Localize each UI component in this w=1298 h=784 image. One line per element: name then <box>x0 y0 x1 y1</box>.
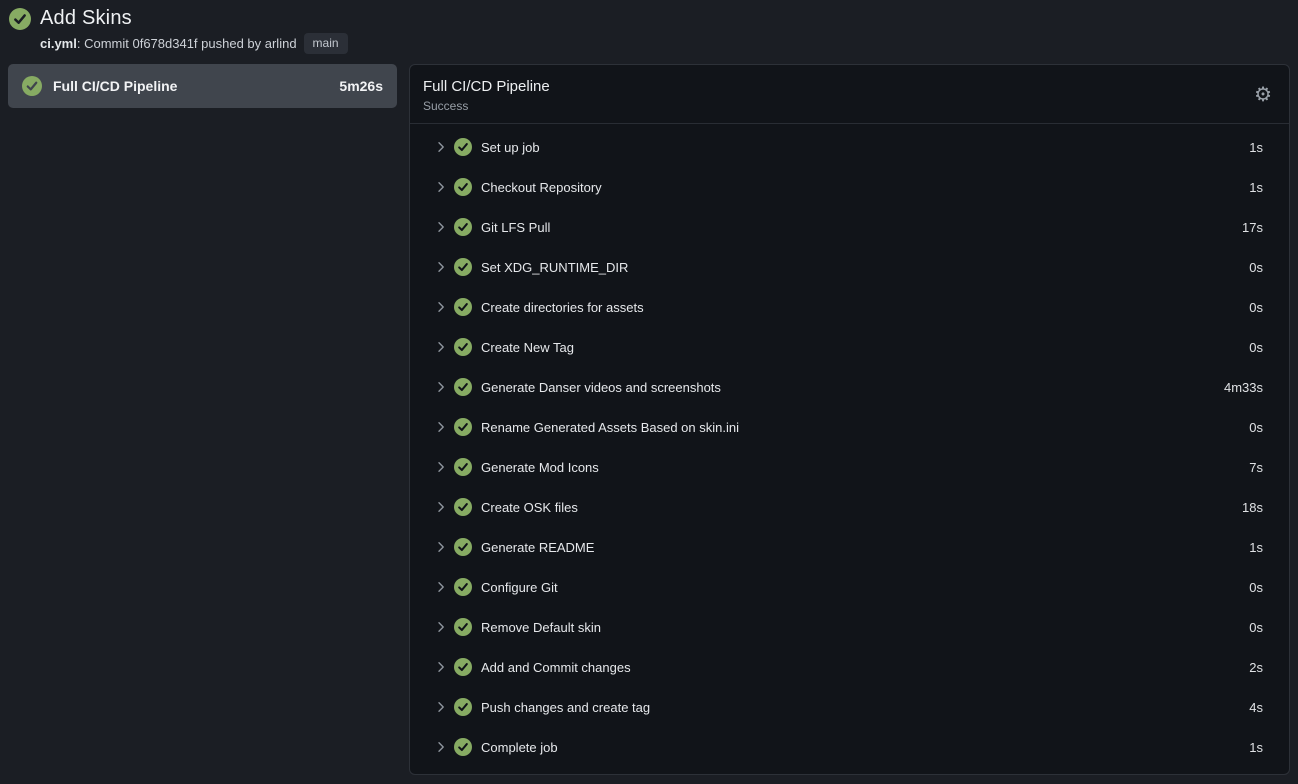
check-circle-icon <box>454 618 472 636</box>
step-label: Checkout Repository <box>481 180 602 195</box>
step-duration: 18s <box>1242 500 1263 515</box>
step-duration: 1s <box>1249 740 1263 755</box>
step-row[interactable]: Create New Tag 0s <box>410 327 1289 367</box>
step-duration: 4m33s <box>1224 380 1263 395</box>
chevron-right-icon[interactable] <box>433 739 449 755</box>
check-circle-icon <box>454 378 472 396</box>
step-duration: 0s <box>1249 260 1263 275</box>
job-name: Full CI/CD Pipeline <box>53 78 177 94</box>
chevron-right-icon[interactable] <box>433 579 449 595</box>
check-circle-icon <box>454 498 472 516</box>
step-label: Complete job <box>481 740 558 755</box>
chevron-right-icon[interactable] <box>433 259 449 275</box>
sidebar-job-item[interactable]: Full CI/CD Pipeline 5m26s <box>8 64 397 108</box>
check-circle-icon <box>454 218 472 236</box>
step-duration: 2s <box>1249 660 1263 675</box>
chevron-right-icon[interactable] <box>433 619 449 635</box>
chevron-right-icon[interactable] <box>433 379 449 395</box>
job-detail-title: Full CI/CD Pipeline <box>423 78 1273 95</box>
step-duration: 1s <box>1249 540 1263 555</box>
chevron-right-icon[interactable] <box>433 139 449 155</box>
run-header: Add Skins ci.yml: Commit 0f678d341f push… <box>0 0 1298 64</box>
run-title: Add Skins <box>40 7 132 30</box>
step-label: Git LFS Pull <box>481 220 550 235</box>
step-label: Generate Mod Icons <box>481 460 599 475</box>
step-row[interactable]: Git LFS Pull 17s <box>410 207 1289 247</box>
check-circle-icon <box>454 658 472 676</box>
check-circle-icon <box>454 298 472 316</box>
step-label: Configure Git <box>481 580 558 595</box>
step-duration: 7s <box>1249 460 1263 475</box>
step-row[interactable]: Generate Mod Icons 7s <box>410 447 1289 487</box>
check-circle-icon <box>454 138 472 156</box>
check-circle-icon <box>454 258 472 276</box>
step-duration: 17s <box>1242 220 1263 235</box>
step-label: Set XDG_RUNTIME_DIR <box>481 260 628 275</box>
step-row[interactable]: Set up job 1s <box>410 127 1289 167</box>
job-detail-header: Full CI/CD Pipeline Success ⚙ <box>410 65 1289 124</box>
chevron-right-icon[interactable] <box>433 179 449 195</box>
gear-icon[interactable]: ⚙ <box>1254 84 1272 104</box>
steps-list: Set up job 1s Checkout Repository 1s <box>410 124 1289 767</box>
chevron-right-icon[interactable] <box>433 299 449 315</box>
chevron-right-icon[interactable] <box>433 699 449 715</box>
step-duration: 0s <box>1249 580 1263 595</box>
step-row[interactable]: Configure Git 0s <box>410 567 1289 607</box>
check-circle-icon <box>454 418 472 436</box>
jobs-sidebar: Full CI/CD Pipeline 5m26s <box>8 64 397 108</box>
step-label: Add and Commit changes <box>481 660 631 675</box>
step-label: Create directories for assets <box>481 300 644 315</box>
step-duration: 1s <box>1249 180 1263 195</box>
commit-text: : Commit 0f678d341f pushed by arlind <box>77 36 297 51</box>
check-circle-icon <box>454 338 472 356</box>
chevron-right-icon[interactable] <box>433 659 449 675</box>
step-label: Remove Default skin <box>481 620 601 635</box>
step-duration: 0s <box>1249 420 1263 435</box>
check-circle-icon <box>454 538 472 556</box>
step-label: Set up job <box>481 140 540 155</box>
step-label: Generate README <box>481 540 594 555</box>
step-label: Push changes and create tag <box>481 700 650 715</box>
step-row[interactable]: Set XDG_RUNTIME_DIR 0s <box>410 247 1289 287</box>
check-circle-icon <box>454 738 472 756</box>
step-row[interactable]: Create OSK files 18s <box>410 487 1289 527</box>
chevron-right-icon[interactable] <box>433 459 449 475</box>
step-label: Rename Generated Assets Based on skin.in… <box>481 420 739 435</box>
chevron-right-icon[interactable] <box>433 339 449 355</box>
job-duration: 5m26s <box>339 78 383 94</box>
check-circle-icon <box>454 698 472 716</box>
step-row[interactable]: Push changes and create tag 4s <box>410 687 1289 727</box>
run-subtitle: ci.yml: Commit 0f678d341f pushed by arli… <box>40 33 1288 54</box>
step-row[interactable]: Generate Danser videos and screenshots 4… <box>410 367 1289 407</box>
check-circle-icon <box>22 76 42 96</box>
step-row[interactable]: Generate README 1s <box>410 527 1289 567</box>
step-duration: 1s <box>1249 140 1263 155</box>
step-row[interactable]: Complete job 1s <box>410 727 1289 767</box>
workflow-file-name: ci.yml <box>40 36 77 51</box>
step-duration: 4s <box>1249 700 1263 715</box>
chevron-right-icon[interactable] <box>433 499 449 515</box>
step-duration: 0s <box>1249 300 1263 315</box>
branch-badge[interactable]: main <box>304 33 348 54</box>
step-row[interactable]: Rename Generated Assets Based on skin.in… <box>410 407 1289 447</box>
step-row[interactable]: Remove Default skin 0s <box>410 607 1289 647</box>
chevron-right-icon[interactable] <box>433 539 449 555</box>
chevron-right-icon[interactable] <box>433 219 449 235</box>
step-row[interactable]: Create directories for assets 0s <box>410 287 1289 327</box>
check-circle-icon <box>454 458 472 476</box>
check-circle-icon <box>9 8 31 30</box>
step-duration: 0s <box>1249 620 1263 635</box>
content-area: Full CI/CD Pipeline 5m26s Full CI/CD Pip… <box>0 64 1298 775</box>
step-duration: 0s <box>1249 340 1263 355</box>
job-status-text: Success <box>423 99 1273 113</box>
check-circle-icon <box>454 578 472 596</box>
step-row[interactable]: Checkout Repository 1s <box>410 167 1289 207</box>
chevron-right-icon[interactable] <box>433 419 449 435</box>
job-detail-panel: Full CI/CD Pipeline Success ⚙ Set up job… <box>409 64 1290 775</box>
step-label: Generate Danser videos and screenshots <box>481 380 721 395</box>
step-row[interactable]: Add and Commit changes 2s <box>410 647 1289 687</box>
step-label: Create OSK files <box>481 500 578 515</box>
step-label: Create New Tag <box>481 340 574 355</box>
check-circle-icon <box>454 178 472 196</box>
